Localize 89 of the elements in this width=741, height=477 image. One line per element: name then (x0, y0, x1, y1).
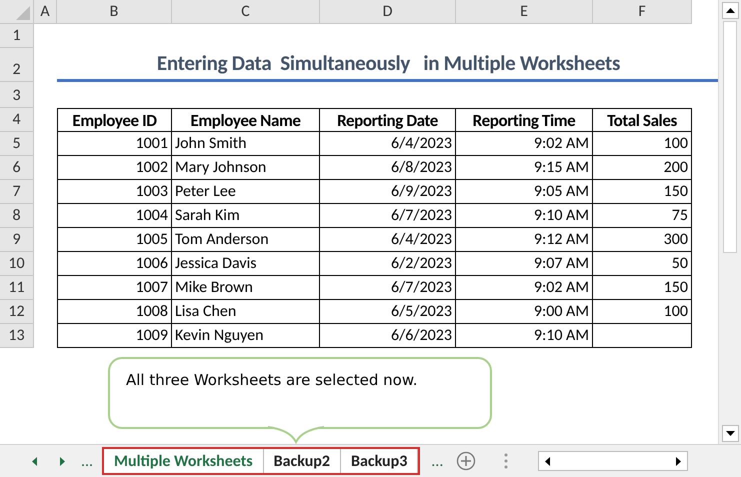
table-cell: 6/5/2023 (320, 300, 456, 324)
table-cell: 200 (593, 156, 692, 180)
table-cell: Mary Johnson (172, 156, 320, 180)
row-header[interactable]: 3 (0, 82, 34, 108)
table-cell: 1003 (57, 180, 172, 204)
table-cell: 150 (593, 180, 692, 204)
table-cell: 9:02 AM (456, 132, 593, 156)
table-cell: 9:10 AM (456, 204, 593, 228)
table-cell: 1004 (57, 204, 172, 228)
table-cell: 1009 (57, 324, 172, 348)
table-cell: 6/7/2023 (320, 204, 456, 228)
table-cell: 100 (593, 300, 692, 324)
sheet-tab[interactable]: Backup3 (341, 449, 418, 474)
table-cell: Jessica Davis (172, 252, 320, 276)
row-header[interactable]: 6 (0, 156, 34, 180)
splitter-dots-icon[interactable] (504, 453, 508, 470)
column-heading: Employee Name (172, 108, 320, 132)
sheet-tab[interactable]: Multiple Worksheets (104, 449, 264, 474)
table-cell: 9:15 AM (456, 156, 593, 180)
column-header[interactable]: D (320, 0, 456, 24)
table-cell: 300 (593, 228, 692, 252)
table-cell: 1005 (57, 228, 172, 252)
table-cell: Mike Brown (172, 276, 320, 300)
row-header[interactable]: 12 (0, 300, 34, 324)
horizontal-scrollbar[interactable] (538, 451, 688, 472)
column-heading: Reporting Time (456, 108, 593, 132)
table-cell: 1001 (57, 132, 172, 156)
table-cell: Kevin Nguyen (172, 324, 320, 348)
row-header[interactable]: 11 (0, 276, 34, 300)
sheet-title: Entering Data Simultaneously in Multiple Worksheets (57, 50, 718, 82)
table-cell: 6/4/2023 (320, 228, 456, 252)
row-header[interactable]: 1 (0, 24, 34, 48)
table-cell: Lisa Chen (172, 300, 320, 324)
table-cell: 75 (593, 204, 692, 228)
table-cell: 1008 (57, 300, 172, 324)
sheet-tab[interactable]: Backup2 (264, 449, 341, 474)
table-cell: 9:05 AM (456, 180, 593, 204)
left-triangle-icon (32, 456, 36, 466)
corner-triangle-icon (16, 6, 30, 20)
column-header[interactable]: E (456, 0, 593, 24)
plus-circle-icon (456, 451, 476, 472)
down-triangle-icon (726, 431, 734, 436)
column-header[interactable]: A (34, 0, 57, 24)
table-cell: 6/2/2023 (320, 252, 456, 276)
table-cell: 9:10 AM (456, 324, 593, 348)
up-triangle-icon (726, 8, 734, 13)
table-cell: 9:00 AM (456, 300, 593, 324)
table-cell: 1007 (57, 276, 172, 300)
scroll-thumb[interactable] (723, 21, 737, 253)
table-cell: John Smith (172, 132, 320, 156)
table-cell: 50 (593, 252, 692, 276)
callout-text: All three Worksheets are selected now. (126, 371, 418, 389)
scroll-down-button[interactable] (722, 425, 738, 442)
table-cell: 6/4/2023 (320, 132, 456, 156)
table-cell: 1002 (57, 156, 172, 180)
table-cell: 100 (593, 132, 692, 156)
table-cell: 6/7/2023 (320, 276, 456, 300)
table-cell: 6/6/2023 (320, 324, 456, 348)
table-cell: 6/8/2023 (320, 156, 456, 180)
table-cell: 9:07 AM (456, 252, 593, 276)
column-header[interactable]: B (57, 0, 172, 24)
column-header[interactable]: C (172, 0, 320, 24)
table-cell: 9:02 AM (456, 276, 593, 300)
table-cell: 6/9/2023 (320, 180, 456, 204)
table-cell: Peter Lee (172, 180, 320, 204)
more-sheets-button[interactable]: ... (76, 452, 98, 471)
right-triangle-icon (676, 456, 682, 466)
column-heading: Employee ID (57, 108, 172, 132)
column-header[interactable]: F (593, 0, 692, 24)
row-header[interactable]: 4 (0, 108, 34, 132)
add-sheet-button[interactable] (456, 451, 476, 472)
table-cell: 1006 (57, 252, 172, 276)
right-triangle-icon (60, 456, 64, 466)
scroll-up-button[interactable] (722, 2, 738, 19)
row-header[interactable]: 9 (0, 228, 34, 252)
row-header[interactable]: 2 (0, 48, 34, 82)
table-cell: Sarah Kim (172, 204, 320, 228)
table-cell: 150 (593, 276, 692, 300)
row-header[interactable]: 7 (0, 180, 34, 204)
table-cell: 9:12 AM (456, 228, 593, 252)
row-header[interactable]: 13 (0, 324, 34, 348)
row-header[interactable]: 10 (0, 252, 34, 276)
more-sheets-button[interactable]: ... (426, 452, 448, 471)
column-heading: Total Sales (593, 108, 692, 132)
table-cell: Tom Anderson (172, 228, 320, 252)
column-heading: Reporting Date (320, 108, 456, 132)
left-triangle-icon (545, 456, 550, 466)
row-header[interactable]: 8 (0, 204, 34, 228)
row-header[interactable]: 5 (0, 132, 34, 156)
